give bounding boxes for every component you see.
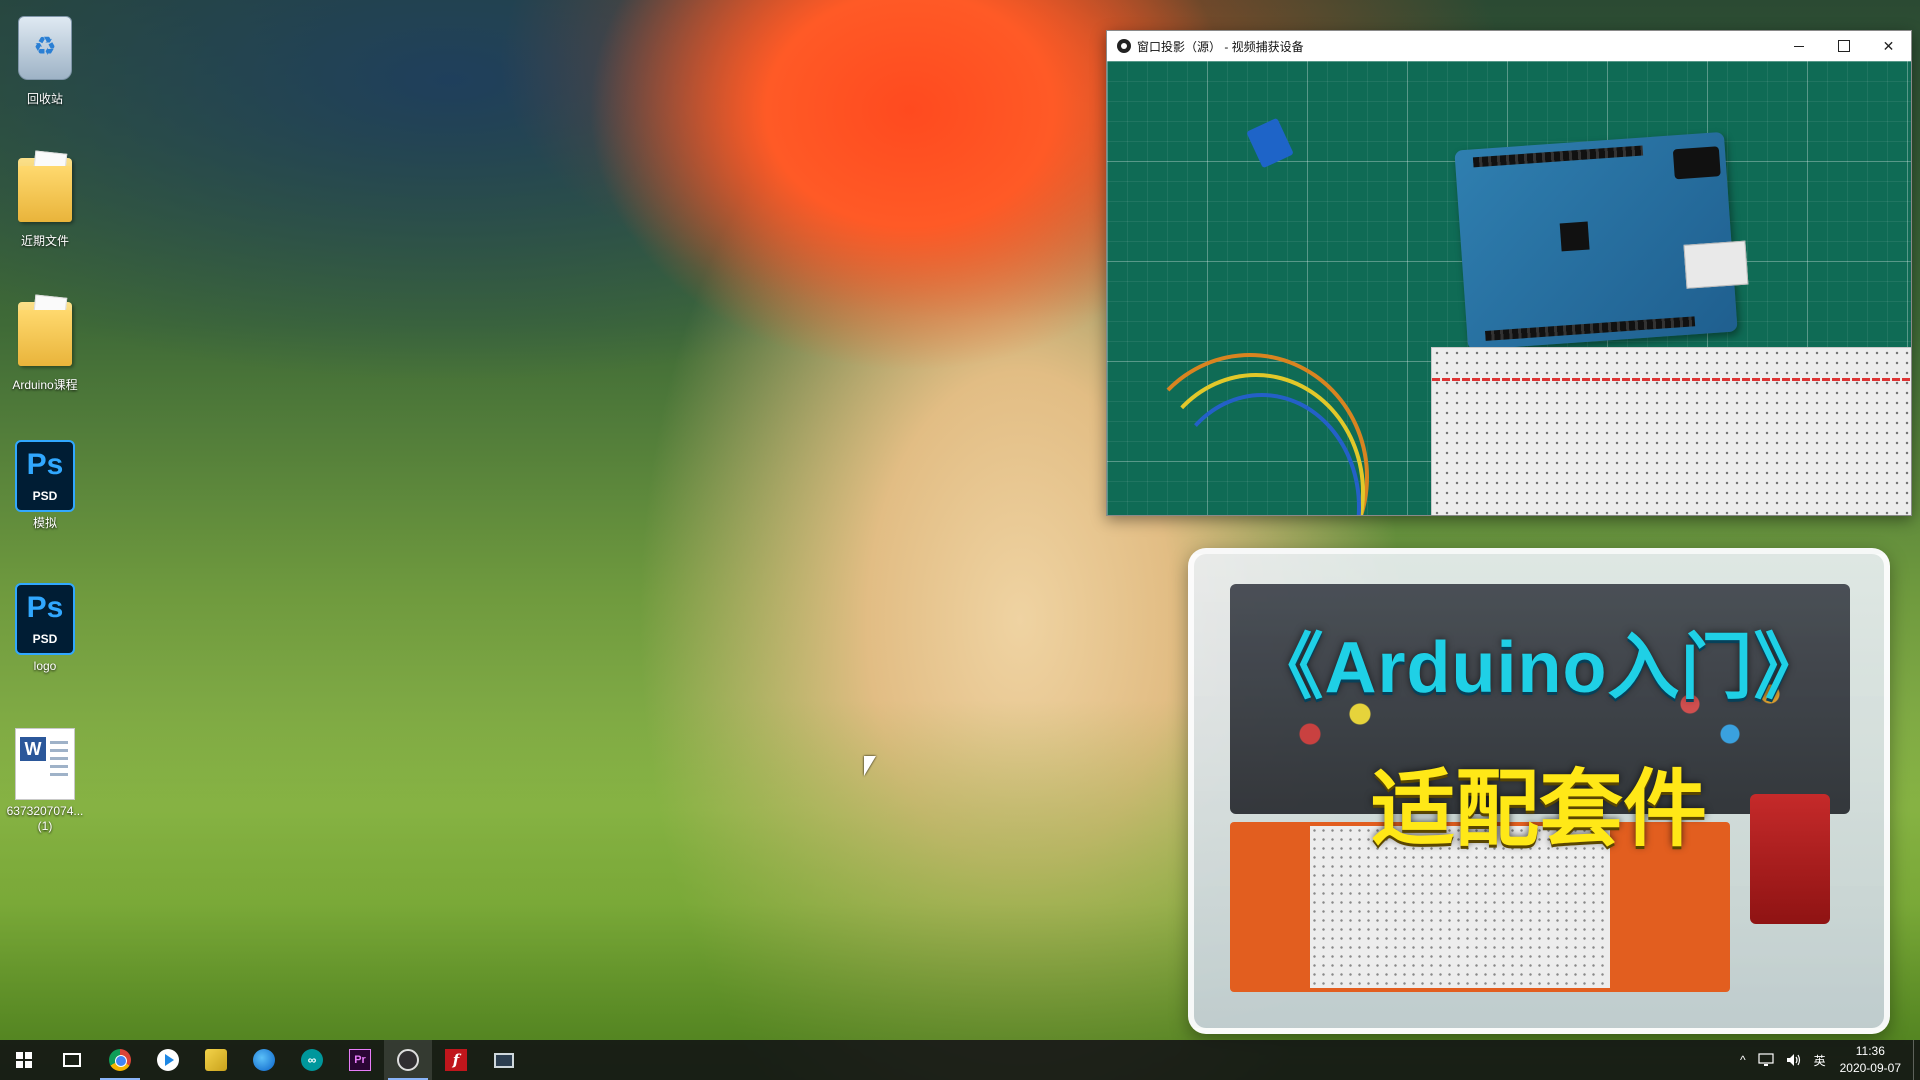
task-view-button[interactable]: [48, 1040, 96, 1080]
chevron-up-icon: ^: [1739, 1053, 1746, 1067]
desktop-icon-psd-logo[interactable]: Ps PSD logo: [6, 583, 84, 674]
folder-icon: [15, 302, 75, 374]
tray-clock[interactable]: 11:36 2020-09-07: [1832, 1043, 1913, 1077]
tray-language-button[interactable]: 英: [1808, 1040, 1832, 1080]
taskbar-app-chrome[interactable]: [96, 1040, 144, 1080]
flash-icon: f: [445, 1049, 467, 1071]
maximize-icon: [1837, 40, 1850, 52]
system-tray: ^ 英 11:36 2020-09-07: [1734, 1040, 1920, 1080]
psd-badge-sub: PSD: [32, 489, 58, 503]
psd-badge-main: Ps: [26, 448, 64, 481]
windows-start-icon: [16, 1052, 32, 1068]
task-view-icon: [63, 1053, 81, 1067]
taskbar-app-edge[interactable]: [240, 1040, 288, 1080]
desktop-icon-label-line2: (1): [37, 819, 53, 833]
clock-time: 11:36: [1855, 1044, 1885, 1058]
promo-subtitle: 适配套件: [1370, 762, 1707, 856]
clock-date: 2020-09-07: [1839, 1061, 1901, 1075]
desktop: 回收站 近期文件 Arduino课程 Ps PSD 模拟 Ps PSD logo: [0, 0, 1920, 1080]
desktop-icon-label: 近期文件: [20, 234, 69, 248]
premiere-icon: Pr: [349, 1049, 371, 1071]
folder-icon: [15, 158, 75, 230]
capture-window[interactable]: 窗口投影（源） - 视频捕获设备 ✕: [1106, 30, 1912, 516]
start-button[interactable]: [0, 1040, 48, 1080]
close-icon: ✕: [1882, 37, 1895, 54]
close-button[interactable]: ✕: [1866, 31, 1911, 61]
arduino-uno-board: [1454, 131, 1749, 351]
breadboard: [1431, 347, 1911, 515]
desktop-icon-label: logo: [33, 659, 57, 673]
kit-promo-image: 《Arduino入门》 适配套件: [1188, 548, 1890, 1034]
volume-icon: [1786, 1054, 1800, 1066]
obs-icon: [397, 1049, 419, 1071]
desktop-icon-label: Arduino课程: [12, 378, 78, 392]
desktop-icon-psd-simulate[interactable]: Ps PSD 模拟: [6, 440, 84, 531]
window-title: 窗口投影（源） - 视频捕获设备: [1137, 39, 1304, 54]
taskbar-app-premiere[interactable]: Pr: [336, 1040, 384, 1080]
desktop-icon-recent-files[interactable]: 近期文件: [6, 154, 84, 249]
maximize-button[interactable]: [1821, 31, 1866, 61]
recycle-bin-icon: [15, 16, 75, 88]
taskbar-app-arduino[interactable]: ∞: [288, 1040, 336, 1080]
network-icon: [1757, 1053, 1774, 1066]
monitor-icon: [494, 1052, 514, 1068]
input-language: 英: [1813, 1053, 1826, 1068]
desktop-icon-arduino-course[interactable]: Arduino课程: [6, 298, 84, 393]
psd-badge-sub: PSD: [32, 632, 58, 646]
edge-icon: [253, 1049, 275, 1071]
word-document-icon: W: [15, 728, 75, 800]
media-player-icon: [157, 1049, 179, 1071]
tray-overflow-button[interactable]: ^: [1734, 1040, 1752, 1080]
minimize-button[interactable]: [1776, 31, 1821, 61]
taskbar: ∞ Pr f ^ 英 11:36 2020-09-07: [0, 1040, 1920, 1080]
psd-file-icon: Ps PSD: [15, 583, 75, 655]
promo-title: 《Arduino入门》: [1251, 628, 1827, 708]
desktop-icon-label: 回收站: [26, 92, 63, 106]
window-titlebar[interactable]: 窗口投影（源） - 视频捕获设备 ✕: [1107, 31, 1911, 61]
desktop-icon-word-document[interactable]: W 6373207074... (1): [6, 728, 84, 834]
obs-app-icon: [1117, 39, 1131, 53]
desktop-icon-label: 6373207074...: [6, 804, 84, 818]
psd-badge-main: Ps: [26, 591, 64, 624]
camera-preview: [1107, 61, 1911, 515]
tray-volume-button[interactable]: [1780, 1040, 1808, 1080]
taskbar-app-obs[interactable]: [384, 1040, 432, 1080]
psd-file-icon: Ps PSD: [15, 440, 75, 512]
arduino-icon: ∞: [301, 1049, 323, 1071]
desktop-icon-label: 模拟: [32, 516, 57, 530]
tray-network-button[interactable]: [1752, 1040, 1780, 1080]
minimize-icon: [1793, 45, 1804, 47]
taskbar-app-flash[interactable]: f: [432, 1040, 480, 1080]
taskbar-app-sticky-notes[interactable]: [192, 1040, 240, 1080]
taskbar-app-media-player[interactable]: [144, 1040, 192, 1080]
mouse-cursor-icon: [864, 756, 876, 776]
chrome-icon: [109, 1049, 131, 1071]
word-badge: W: [20, 737, 46, 761]
taskbar-app-remote-desktop[interactable]: [480, 1040, 528, 1080]
desktop-icon-recycle-bin[interactable]: 回收站: [6, 10, 84, 107]
sensor-module: [1246, 117, 1294, 169]
sticky-notes-icon: [205, 1049, 227, 1071]
show-desktop-button[interactable]: [1913, 1040, 1920, 1080]
